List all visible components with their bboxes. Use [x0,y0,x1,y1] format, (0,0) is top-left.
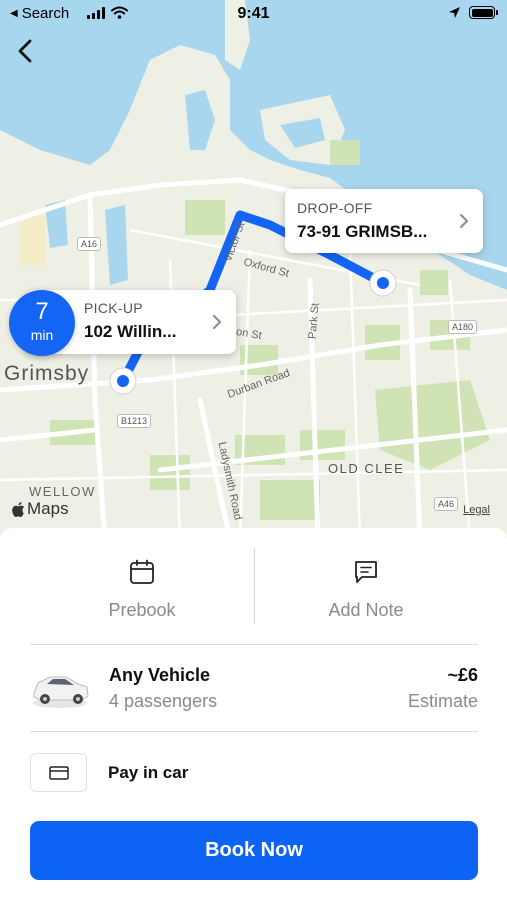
calendar-icon [130,559,154,584]
price-estimate: ~£6 [447,665,478,685]
place-label-wellow: WELLOW [29,484,96,499]
maps-label: Maps [27,499,69,518]
dropoff-callout[interactable]: DROP-OFF 73-91 GRIMSB... [285,189,483,253]
pickup-pin[interactable] [109,367,137,395]
maps-attribution: Maps [12,499,69,519]
legal-link[interactable]: Legal [463,504,490,516]
apple-logo-icon [12,501,25,517]
add-note-button[interactable]: Add Note [254,548,478,644]
place-label-old-clee: OLD CLEE [328,461,405,476]
eta-value: 7 [35,298,49,325]
road-badge-a180: A180 [448,320,478,334]
add-note-label: Add Note [328,600,404,620]
dropoff-pin[interactable] [369,269,397,297]
credit-card-icon [48,765,69,780]
car-icon [33,676,89,708]
location-arrow-icon [449,7,460,18]
payment-label: Pay in car [108,763,189,782]
eta-badge: 7 min [9,290,75,356]
status-icons-right [448,6,498,19]
chevron-right-icon [212,314,222,330]
vehicle-passengers: 4 passengers [109,691,218,711]
road-badge-a46: A46 [434,497,459,511]
place-label-grimsby: Grimsby [4,362,90,385]
card-box [30,753,87,792]
chevron-left-icon [18,39,32,63]
road-badge-b1213: B1213 [117,414,152,428]
payment-method[interactable]: Pay in car [30,753,478,793]
pickup-title: PICK-UP [84,300,143,316]
booking-sheet: Prebook Add Note Any Vehicle 4 passenger… [0,528,507,900]
message-icon [355,561,377,583]
back-button[interactable] [10,36,40,66]
action-divider [254,548,255,624]
eta-unit: min [30,327,54,343]
chevron-right-icon [459,213,469,229]
signal-icon [87,6,105,19]
book-now-button[interactable]: Book Now [30,821,478,880]
road-badge-a16: A16 [77,237,102,251]
wifi-icon [111,6,128,19]
dropoff-title: DROP-OFF [297,200,373,216]
battery-icon [469,6,498,19]
price-note: Estimate [407,691,478,711]
vehicle-option[interactable]: Any Vehicle 4 passengers ~£6 Estimate [30,645,478,731]
dropoff-address: 73-91 GRIMSB... [297,222,428,241]
prebook-label: Prebook [108,600,176,620]
status-icons [87,6,128,19]
prebook-button[interactable]: Prebook [30,548,254,644]
status-bar: ◀ Search 9:41 [0,0,507,28]
status-time: 9:41 [237,5,270,22]
vehicle-name: Any Vehicle [109,665,211,685]
divider [30,731,478,732]
map-view[interactable]: Grimsby OLD CLEE WELLOW Oxford St Victor… [0,0,507,540]
pickup-address: 102 Willin... [84,322,177,341]
